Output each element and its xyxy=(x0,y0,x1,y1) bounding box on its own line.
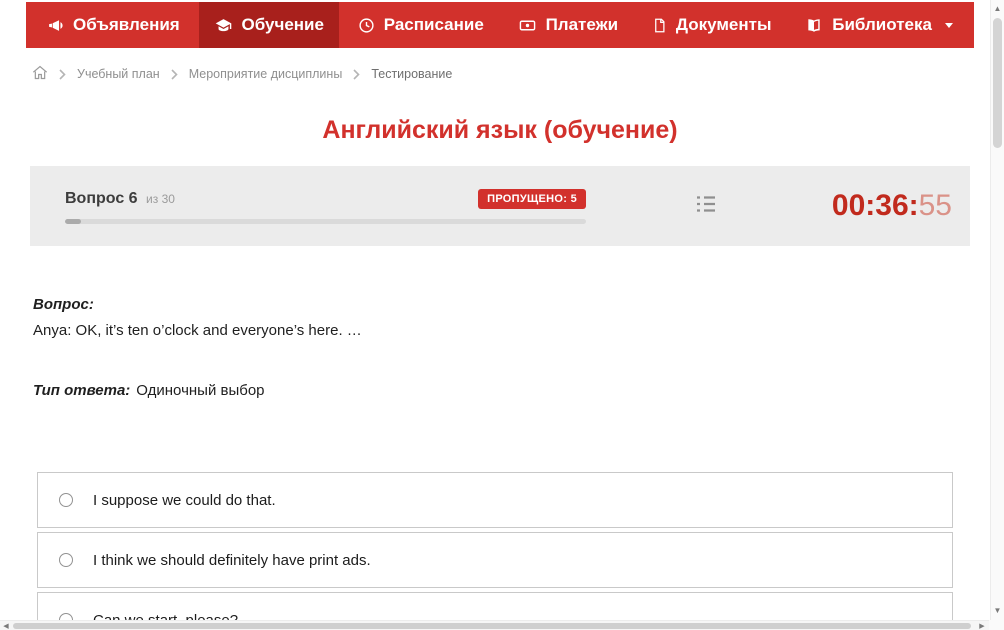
nav-item-label: Библиотека xyxy=(832,15,932,34)
answer-option-2[interactable]: I think we should definitely have print … xyxy=(37,532,953,588)
vertical-scrollbar[interactable]: ▲ ▼ xyxy=(990,0,1004,620)
quiz-progress-bar xyxy=(65,218,586,224)
nav-item-training[interactable]: Обучение xyxy=(198,2,339,48)
radio-button[interactable] xyxy=(59,493,73,507)
question-counter: Вопрос 6 из 30 xyxy=(65,190,175,208)
page-title: Английский язык (обучение) xyxy=(322,116,678,144)
vertical-scrollbar-thumb[interactable] xyxy=(993,18,1002,148)
question-number: Вопрос 6 xyxy=(65,189,138,207)
breadcrumb: Учебный план Мероприятие дисциплины Тест… xyxy=(26,65,974,83)
breadcrumb-discipline-event[interactable]: Мероприятие дисциплины xyxy=(189,67,343,81)
question-total: из 30 xyxy=(146,191,175,206)
quiz-status-card: Вопрос 6 из 30 ПРОПУЩЕНО: 5 00:36:55 xyxy=(30,166,970,246)
question-block: Вопрос: Anya: OK, it’s ten o’clock and e… xyxy=(26,296,974,399)
answer-label: I think we should definitely have print … xyxy=(93,551,371,569)
timer-main: 00:36: xyxy=(831,189,919,222)
scrollbar-corner xyxy=(989,620,1004,630)
skipped-badge: ПРОПУЩЕНО: 5 xyxy=(478,188,586,209)
book-icon xyxy=(805,17,823,34)
document-icon xyxy=(652,17,667,34)
chevron-right-icon xyxy=(59,68,66,80)
radio-button[interactable] xyxy=(59,553,73,567)
scroll-left-arrow-icon[interactable]: ◀ xyxy=(0,621,12,630)
nav-item-payments[interactable]: Платежи xyxy=(503,2,634,48)
answer-type-row: Тип ответа: Одиночный выбор xyxy=(33,382,974,399)
answer-option-1[interactable]: I suppose we could do that. xyxy=(37,472,953,528)
horizontal-scrollbar[interactable]: ◀ ▶ xyxy=(0,620,1004,630)
nav-item-label: Обучение xyxy=(241,15,324,34)
horizontal-scrollbar-thumb[interactable] xyxy=(13,623,971,629)
answer-type-label: Тип ответа: xyxy=(33,382,131,399)
graduation-cap-icon xyxy=(214,17,233,34)
clock-icon xyxy=(358,17,375,34)
nav-item-label: Документы xyxy=(675,15,772,34)
timer-seconds: 55 xyxy=(918,189,952,222)
question-text: Anya: OK, it’s ten o’clock and everyone’… xyxy=(33,322,362,339)
nav-item-documents[interactable]: Документы xyxy=(637,2,787,48)
nav-item-label: Расписание xyxy=(383,15,484,34)
nav-item-schedule[interactable]: Расписание xyxy=(343,2,499,48)
chevron-right-icon xyxy=(353,68,360,80)
nav-item-label: Объявления xyxy=(73,15,180,34)
answers-list: I suppose we could do that. I think we s… xyxy=(26,472,953,630)
quiz-timer: 00:36:55 xyxy=(824,189,952,223)
chevron-right-icon xyxy=(171,68,178,80)
scroll-down-arrow-icon[interactable]: ▼ xyxy=(991,602,1004,618)
nav-item-library[interactable]: Библиотека xyxy=(790,2,968,48)
nav-item-label: Платежи xyxy=(545,15,619,34)
answer-type-value: Одиночный выбор xyxy=(136,382,265,399)
scroll-right-arrow-icon[interactable]: ▶ xyxy=(976,621,988,630)
megaphone-icon xyxy=(47,17,64,34)
breadcrumb-testing: Тестирование xyxy=(371,67,453,81)
top-navbar: Объявления Обучение Расписание Платежи Д… xyxy=(26,2,974,48)
quiz-progress-fill xyxy=(65,218,81,224)
quiz-progress-area: Вопрос 6 из 30 ПРОПУЩЕНО: 5 xyxy=(65,188,586,224)
breadcrumb-curriculum[interactable]: Учебный план xyxy=(77,67,160,81)
home-icon[interactable] xyxy=(32,65,48,83)
scroll-up-arrow-icon[interactable]: ▲ xyxy=(991,0,1004,16)
nav-item-announcements[interactable]: Объявления xyxy=(32,2,195,48)
question-label: Вопрос: xyxy=(33,296,94,313)
answer-label: I suppose we could do that. xyxy=(93,491,276,509)
main-content: Объявления Обучение Расписание Платежи Д… xyxy=(26,0,974,630)
banknote-icon xyxy=(518,17,537,34)
question-list-button[interactable] xyxy=(586,191,824,222)
chevron-down-icon xyxy=(944,22,953,28)
question-list-icon xyxy=(692,191,719,222)
